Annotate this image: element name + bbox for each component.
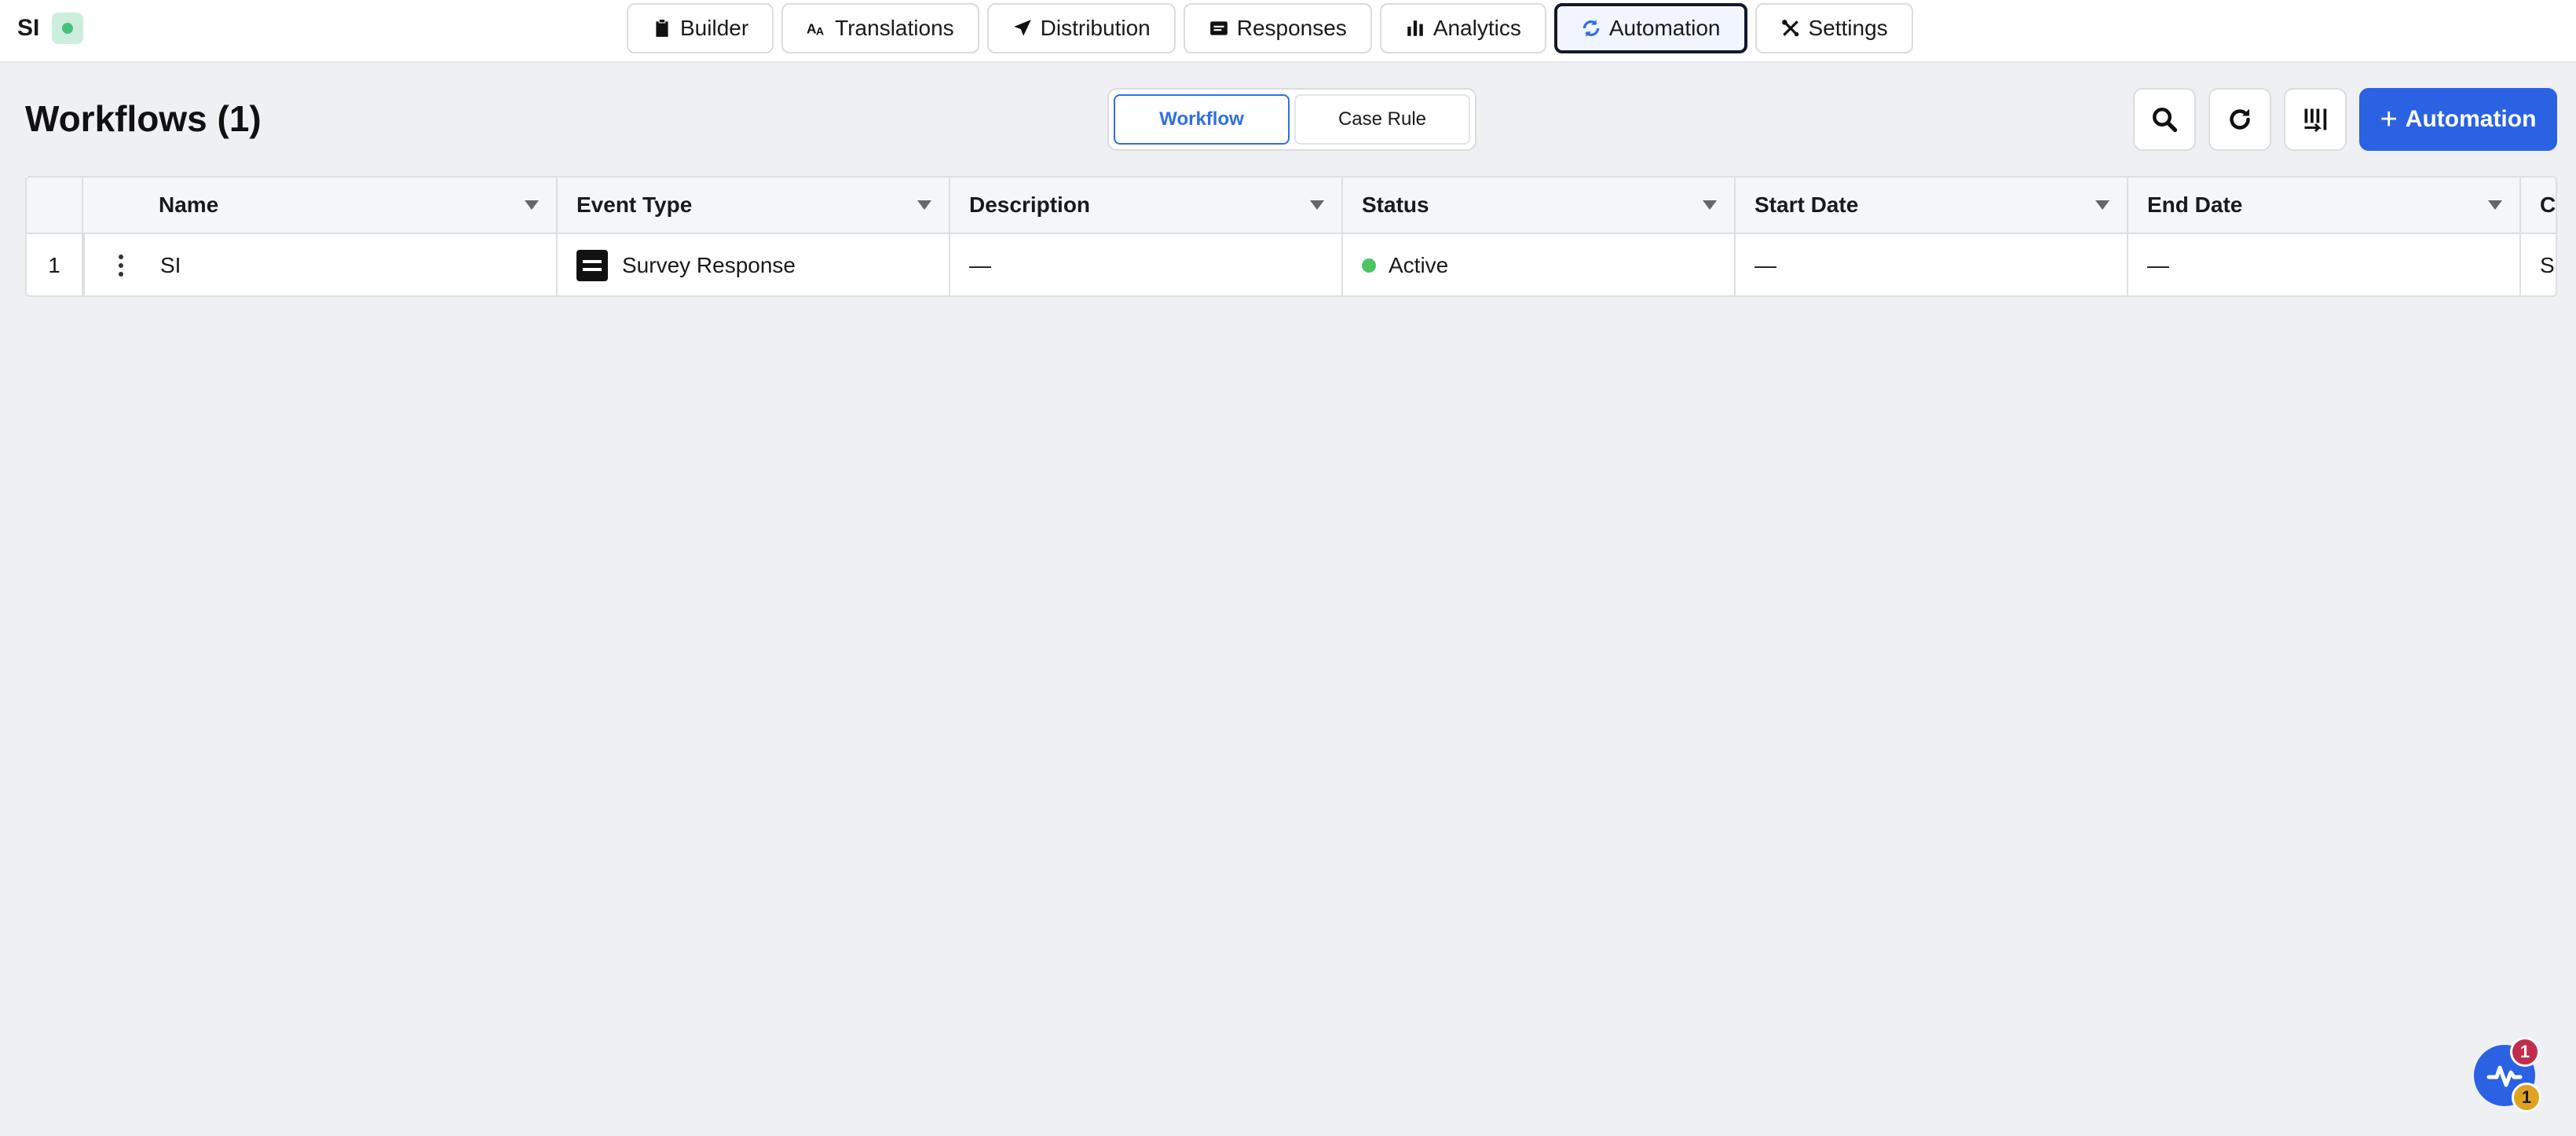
row-status-cell: Active xyxy=(1343,234,1736,295)
row-description-cell: — xyxy=(950,234,1343,295)
sort-caret-icon[interactable] xyxy=(1703,200,1717,210)
row-event-type-cell: Survey Response xyxy=(558,234,950,295)
row-actions-menu[interactable] xyxy=(83,234,159,295)
bar-chart-icon xyxy=(1407,20,1423,36)
row-end-date-cell: — xyxy=(2128,234,2521,295)
refresh-button[interactable] xyxy=(2208,88,2271,151)
tab-automation[interactable]: Automation xyxy=(1553,3,1747,53)
sort-caret-icon[interactable] xyxy=(2095,200,2109,210)
table-header: Name Event Type Description Status Start… xyxy=(27,178,2556,234)
tab-settings[interactable]: Settings xyxy=(1755,3,1913,53)
tab-responses-label: Responses xyxy=(1236,16,1347,40)
tab-responses[interactable]: Responses xyxy=(1183,3,1372,53)
svg-text:A: A xyxy=(816,25,824,38)
header-description[interactable]: Description xyxy=(950,178,1343,233)
row-status: Active xyxy=(1389,253,1449,277)
tab-settings-label: Settings xyxy=(1808,16,1888,40)
header-start-date[interactable]: Start Date xyxy=(1736,178,2128,233)
add-automation-button[interactable]: + Automation xyxy=(2359,88,2557,151)
header-status[interactable]: Status xyxy=(1343,178,1736,233)
translate-icon: AA xyxy=(807,21,824,38)
add-automation-label: Automation xyxy=(2405,106,2537,132)
header-index xyxy=(27,178,83,233)
header-start-date-label: Start Date xyxy=(1755,192,1859,217)
tab-distribution-label: Distribution xyxy=(1040,16,1151,40)
tab-analytics[interactable]: Analytics xyxy=(1379,3,1546,53)
toggle-case-rule[interactable]: Case Rule xyxy=(1294,94,1470,145)
search-icon xyxy=(2153,108,2178,133)
header-status-label: Status xyxy=(1362,192,1429,217)
tab-distribution[interactable]: Distribution xyxy=(986,3,1176,53)
header-end-date-label: End Date xyxy=(2147,192,2243,217)
header-description-label: Description xyxy=(969,192,1091,217)
row-end-date: — xyxy=(2147,253,2169,277)
status-indicator xyxy=(52,13,84,44)
search-button[interactable] xyxy=(2133,88,2196,151)
clipboard-icon xyxy=(656,20,668,37)
tab-translations[interactable]: AA Translations xyxy=(781,3,979,53)
main-nav: Builder AA Translations Distribution Res… xyxy=(627,3,1913,53)
status-dot-icon xyxy=(62,23,74,34)
sort-caret-icon[interactable] xyxy=(917,200,931,210)
workflows-table: Name Event Type Description Status Start… xyxy=(25,176,2557,297)
row-index: 1 xyxy=(27,234,83,295)
toggle-workflow[interactable]: Workflow xyxy=(1114,94,1290,145)
top-bar: SI Builder AA Translations Distribution … xyxy=(0,0,2576,63)
sync-icon xyxy=(1583,20,1600,37)
row-name[interactable]: SI xyxy=(160,253,181,278)
header-created[interactable]: Crea xyxy=(2521,178,2556,233)
notification-badge: 1 xyxy=(2510,1037,2540,1067)
tab-automation-label: Automation xyxy=(1608,16,1721,40)
row-description: — xyxy=(969,253,991,277)
row-event-type: Survey Response xyxy=(622,253,796,277)
tab-translations-label: Translations xyxy=(835,16,954,40)
brand: SI xyxy=(17,13,84,44)
sort-caret-icon[interactable] xyxy=(2488,200,2502,210)
column-settings-button[interactable] xyxy=(2284,88,2347,151)
view-toggle: Workflow Case Rule xyxy=(1107,88,1476,151)
header-end-date[interactable]: End Date xyxy=(2128,178,2521,233)
warning-badge: 1 xyxy=(2512,1083,2541,1112)
active-status-dot-icon xyxy=(1362,258,1376,273)
tools-icon xyxy=(1781,20,1798,37)
row-created: Sep xyxy=(2540,253,2556,277)
header-event-type[interactable]: Event Type xyxy=(558,178,950,233)
send-icon xyxy=(1013,20,1031,36)
header-event-type-label: Event Type xyxy=(576,192,693,217)
row-created-cell: Sep xyxy=(2521,234,2556,295)
kebab-menu-icon[interactable] xyxy=(83,255,159,277)
plus-icon: + xyxy=(2380,102,2398,136)
row-start-date: — xyxy=(1755,253,1776,277)
table-row[interactable]: 1 SI Survey Response — Active — — Sep xyxy=(27,234,2556,295)
column-settings-icon xyxy=(2304,108,2327,133)
survey-response-icon xyxy=(576,250,608,281)
refresh-icon xyxy=(2230,108,2250,130)
message-icon xyxy=(1209,21,1228,35)
sort-caret-icon[interactable] xyxy=(525,200,539,210)
tab-analytics-label: Analytics xyxy=(1433,16,1521,40)
page-title: Workflows (1) xyxy=(25,98,262,139)
sort-caret-icon[interactable] xyxy=(1310,200,1324,210)
app-name: SI xyxy=(17,15,40,41)
tab-builder-label: Builder xyxy=(680,16,749,40)
header-name[interactable]: Name xyxy=(83,178,558,233)
tab-builder[interactable]: Builder xyxy=(627,3,774,53)
header-name-label: Name xyxy=(159,192,219,217)
header-created-label: Crea xyxy=(2540,192,2556,217)
row-start-date-cell: — xyxy=(1736,234,2128,295)
